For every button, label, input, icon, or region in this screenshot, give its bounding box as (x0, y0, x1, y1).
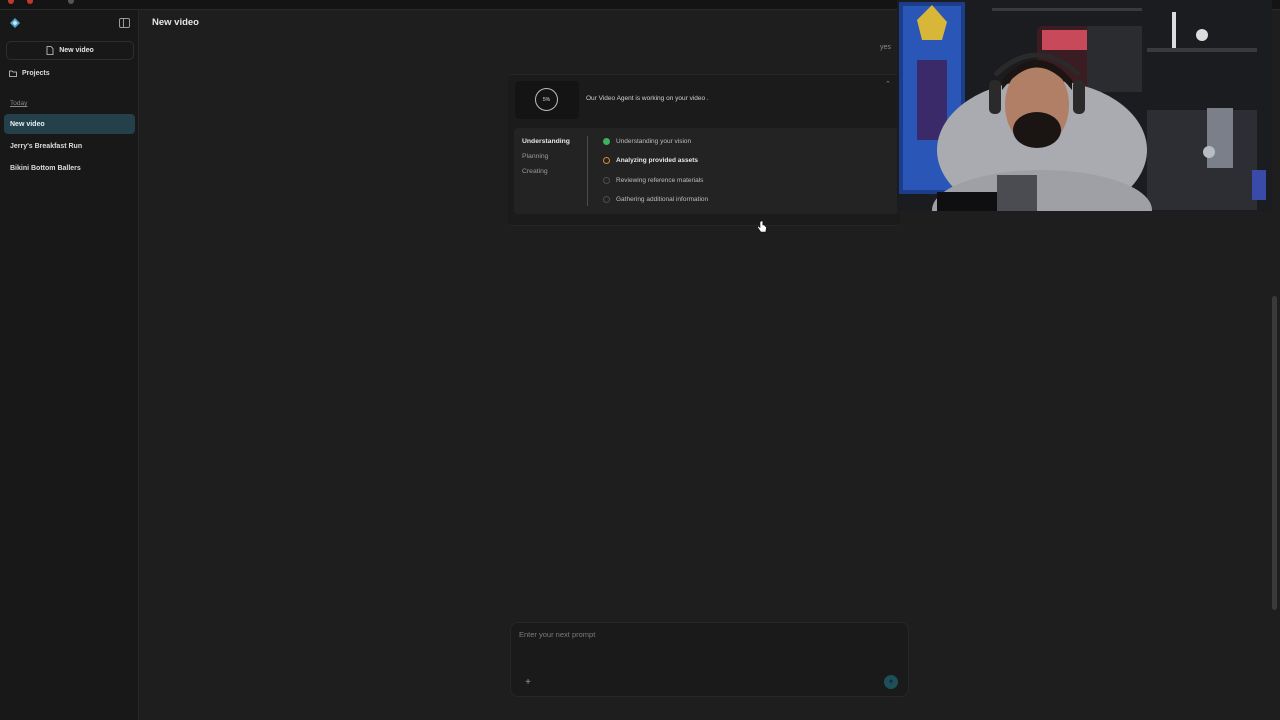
in-progress-icon (603, 157, 610, 164)
agent-status-text: Our Video Agent is working on your video… (586, 95, 709, 102)
progress-ring: 5% (535, 88, 558, 111)
window-maximize-dot[interactable] (68, 0, 74, 4)
sidebar-item-new-video[interactable]: New video (4, 114, 135, 134)
pending-icon (603, 177, 610, 184)
folder-icon (9, 70, 17, 77)
window-close-dot[interactable] (8, 0, 14, 4)
user-message: yes (880, 44, 891, 51)
scrollbar[interactable] (1272, 296, 1277, 610)
plus-icon: + (525, 676, 531, 688)
prompt-input[interactable] (519, 630, 899, 639)
hand-cursor-icon (757, 220, 767, 233)
send-icon (888, 679, 894, 684)
new-video-label: New video (59, 47, 94, 54)
task-label: Gathering additional information (616, 196, 709, 203)
chevron-up-icon[interactable]: ⌃ (885, 80, 891, 88)
phase-planning: Planning (522, 153, 549, 160)
task-item: Gathering additional information (603, 196, 708, 203)
progress-percent: 5% (542, 96, 551, 103)
page-title: New video (152, 17, 199, 28)
add-attachment-button[interactable]: + (522, 676, 534, 688)
sidebar-item-bikini-bottom-ballers[interactable]: Bikini Bottom Ballers (4, 158, 135, 178)
sidebar-item-jerrys-breakfast-run[interactable]: Jerry's Breakfast Run (4, 136, 135, 156)
new-document-icon (46, 46, 54, 55)
task-item: Reviewing reference materials (603, 177, 703, 184)
task-item: Understanding your vision (603, 138, 691, 145)
window-minimize-dot[interactable] (27, 0, 33, 4)
sidebar: New video Projects Today New video Jerry… (0, 10, 139, 720)
sidebar-item-projects[interactable]: Projects (9, 70, 50, 77)
pending-icon (603, 196, 610, 203)
section-today: Today (10, 100, 28, 107)
new-video-button[interactable]: New video (6, 41, 134, 60)
phase-understanding: Understanding (522, 138, 570, 145)
logo-icon[interactable] (10, 18, 20, 28)
phase-creating: Creating (522, 168, 548, 175)
task-item: Analyzing provided assets (603, 157, 698, 164)
projects-label: Projects (22, 70, 50, 77)
task-label: Understanding your vision (616, 138, 692, 145)
task-label: Analyzing provided assets (616, 157, 698, 164)
check-done-icon (603, 138, 610, 145)
phase-divider (587, 136, 588, 206)
webcam-overlay (897, 0, 1272, 211)
task-label: Reviewing reference materials (616, 177, 704, 184)
webcam-video-image (897, 0, 1272, 211)
send-button[interactable] (884, 675, 898, 689)
sidebar-toggle-icon[interactable] (119, 18, 130, 28)
